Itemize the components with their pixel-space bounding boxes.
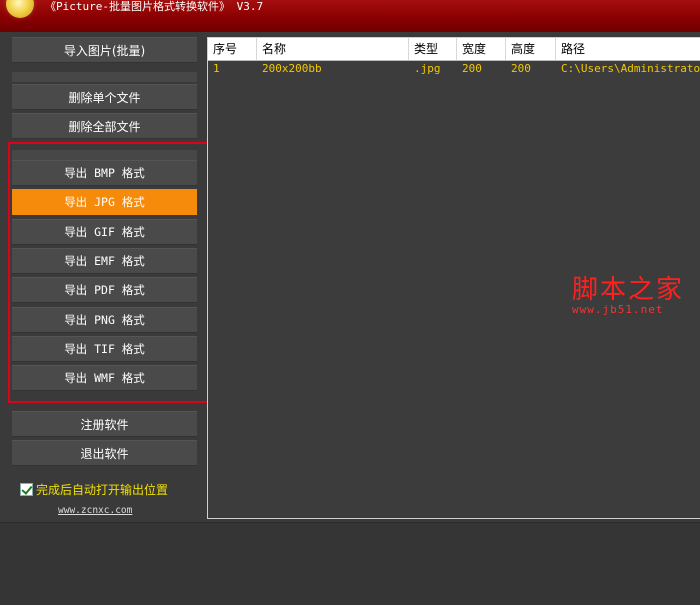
table-header: 序号 名称 类型 宽度 高度 路径 — [208, 38, 700, 61]
status-area — [0, 522, 700, 605]
delete-all-files-button[interactable]: 删除全部文件 — [12, 113, 197, 139]
cell-type: .jpg — [414, 62, 441, 75]
exit-software-button[interactable]: 退出软件 — [12, 440, 197, 466]
watermark: 脚本之家 www.jb51.net — [572, 276, 684, 316]
website-link[interactable]: www.zcnxc.com — [58, 505, 132, 516]
column-header-type[interactable]: 类型 — [409, 38, 457, 60]
column-header-width[interactable]: 宽度 — [457, 38, 506, 60]
title-bar: 《Picture-批量图片格式转换软件》 V3.7 — [0, 0, 700, 32]
cell-index: 1 — [213, 62, 220, 75]
watermark-url: www.jb51.net — [572, 303, 664, 316]
auto-open-label: 完成后自动打开输出位置 — [36, 483, 169, 497]
window-title: 《Picture-批量图片格式转换软件》 V3.7 — [45, 0, 264, 13]
register-software-button[interactable]: 注册软件 — [12, 411, 197, 437]
column-header-index[interactable]: 序号 — [208, 38, 257, 60]
watermark-text: 脚本之家 — [572, 275, 685, 305]
import-images-button[interactable]: 导入图片(批量) — [12, 37, 197, 63]
cell-path: C:\Users\Administrator\F — [561, 62, 700, 75]
auto-open-checkbox[interactable] — [20, 483, 33, 496]
cell-name: 200x200bb — [262, 62, 322, 75]
separator — [12, 72, 197, 82]
cell-height: 200 — [511, 62, 531, 75]
auto-open-option[interactable]: 完成后自动打开输出位置 — [20, 481, 168, 498]
column-header-height[interactable]: 高度 — [506, 38, 556, 60]
column-header-path[interactable]: 路径 — [556, 38, 700, 60]
column-header-name[interactable]: 名称 — [257, 38, 409, 60]
cell-width: 200 — [462, 62, 482, 75]
highlight-box — [8, 142, 232, 403]
delete-single-file-button[interactable]: 删除单个文件 — [12, 84, 197, 110]
